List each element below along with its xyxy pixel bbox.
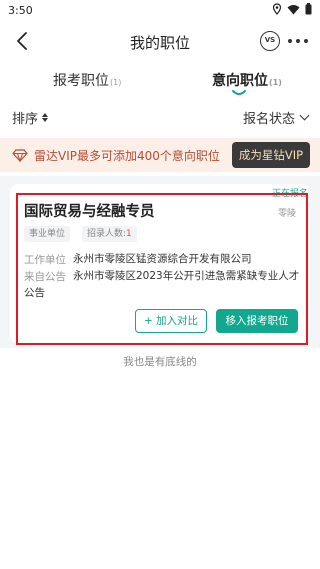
sort-arrows-icon bbox=[42, 113, 49, 122]
more-menu-icon[interactable] bbox=[288, 33, 308, 49]
status-icons bbox=[272, 3, 312, 15]
position-title: 国际贸易与经融专员 bbox=[24, 204, 155, 220]
filter-row: 排序 报名状态 bbox=[0, 104, 320, 130]
status-time: 3:50 bbox=[8, 4, 33, 17]
sort-button[interactable]: 排序 bbox=[12, 108, 49, 127]
work-unit-label: 工作单位 bbox=[24, 254, 66, 266]
nav-bar: 我的职位 VS bbox=[0, 24, 320, 60]
tab-count: (1) bbox=[269, 78, 282, 87]
tab-intended-positions[interactable]: 意向职位(1) bbox=[212, 70, 282, 90]
wifi-icon bbox=[287, 4, 300, 14]
announcement-label: 来自公告 bbox=[24, 271, 66, 283]
recruit-count-value: 1 bbox=[126, 229, 132, 239]
tab-count: (1) bbox=[110, 78, 122, 87]
sort-label: 排序 bbox=[12, 112, 39, 127]
battery-icon bbox=[305, 3, 312, 15]
work-unit-value: 永州市零陵区锰资源综合开发有限公司 bbox=[73, 253, 252, 265]
chevron-down-icon bbox=[299, 110, 310, 121]
active-tab-indicator bbox=[232, 90, 246, 95]
status-filter-label: 报名状态 bbox=[242, 112, 295, 127]
move-to-applied-button[interactable]: 移入报考职位 bbox=[216, 309, 298, 333]
unit-type-tag: 事业单位 bbox=[24, 226, 71, 242]
tab-label: 报考职位 bbox=[53, 73, 109, 89]
recruit-count-label: 招录人数: bbox=[87, 229, 127, 239]
recruit-count-tag: 招录人数:1 bbox=[82, 226, 137, 242]
add-to-compare-button[interactable]: + 加入对比 bbox=[135, 309, 207, 333]
status-badge: 正在报名 bbox=[271, 189, 308, 199]
diamond-icon bbox=[12, 149, 28, 163]
announcement-value: 永州市零陵区2023年公开引进急需紧缺专业人才 bbox=[73, 270, 300, 282]
vip-banner-text: 雷达VIP最多可添加400个意向职位 bbox=[34, 149, 220, 163]
vip-banner: 雷达VIP最多可添加400个意向职位 成为星钻VIP bbox=[0, 138, 320, 172]
position-card[interactable]: 正在报名 国际贸易与经融专员 零陵 事业单位 招录人数:1 工作单位 永州市零陵… bbox=[10, 184, 310, 344]
become-vip-button[interactable]: 成为星钻VIP bbox=[232, 142, 310, 168]
announcement-value-continued: 公告 bbox=[24, 287, 45, 299]
registration-status-filter[interactable]: 报名状态 bbox=[242, 108, 310, 127]
location-icon bbox=[272, 3, 282, 15]
vs-compare-button[interactable]: VS bbox=[260, 31, 280, 51]
region-label: 零陵 bbox=[277, 209, 296, 219]
card-list: 正在报名 国际贸易与经融专员 零陵 事业单位 招录人数:1 工作单位 永州市零陵… bbox=[0, 176, 320, 348]
end-of-list-text: 我也是有底线的 bbox=[123, 356, 197, 368]
status-bar: 3:50 bbox=[0, 0, 320, 22]
tab-label: 意向职位 bbox=[212, 73, 268, 89]
tab-bar: 报考职位(1) 意向职位(1) bbox=[0, 64, 320, 98]
tab-applied-positions[interactable]: 报考职位(1) bbox=[53, 70, 121, 90]
